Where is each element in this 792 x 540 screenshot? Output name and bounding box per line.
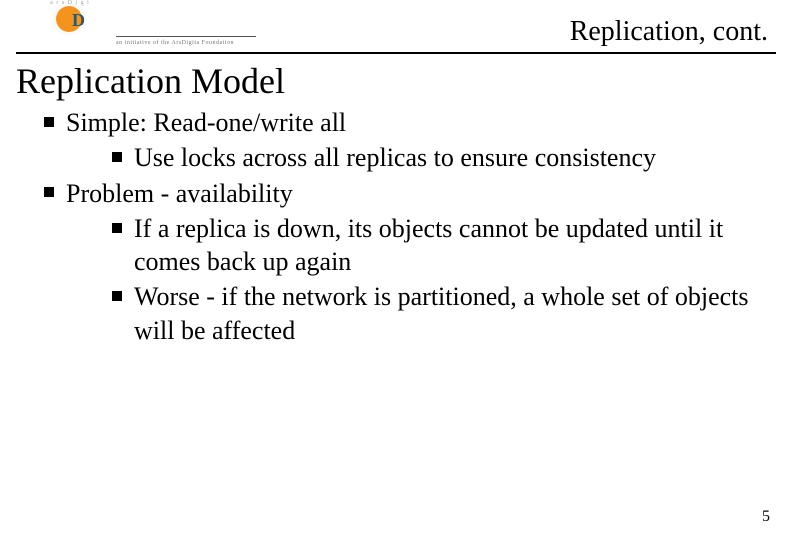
bullet-text: If a replica is down, its objects cannot… bbox=[134, 214, 723, 276]
logo-letter: D bbox=[72, 10, 85, 31]
list-item: Worse - if the network is partitioned, a… bbox=[112, 280, 768, 347]
page-number: 5 bbox=[762, 508, 770, 526]
bullet-text: Problem - availability bbox=[66, 179, 293, 208]
list-item: If a replica is down, its objects cannot… bbox=[112, 212, 768, 279]
bullet-text: Simple: Read-one/write all bbox=[66, 108, 346, 137]
bullet-text: Worse - if the network is partitioned, a… bbox=[134, 282, 749, 344]
sub-bullet-list: If a replica is down, its objects cannot… bbox=[66, 212, 768, 347]
logo-subtext: an initiative of the ArsDigita Foundatio… bbox=[116, 40, 234, 46]
bullet-text: Use locks across all replicas to ensure … bbox=[134, 143, 656, 172]
logo-underline bbox=[116, 36, 256, 37]
logo: a r s D i g i t a D bbox=[56, 6, 82, 32]
bullet-list: Simple: Read-one/write all Use locks acr… bbox=[0, 106, 792, 347]
list-item: Use locks across all replicas to ensure … bbox=[112, 141, 768, 174]
slide-header: a r s D i g i t a D an initiative of the… bbox=[16, 0, 776, 54]
list-item: Problem - availability If a replica is d… bbox=[44, 177, 768, 347]
header-title: Replication, cont. bbox=[570, 16, 768, 48]
section-title: Replication Model bbox=[16, 60, 792, 102]
sub-bullet-list: Use locks across all replicas to ensure … bbox=[66, 141, 768, 174]
list-item: Simple: Read-one/write all Use locks acr… bbox=[44, 106, 768, 175]
